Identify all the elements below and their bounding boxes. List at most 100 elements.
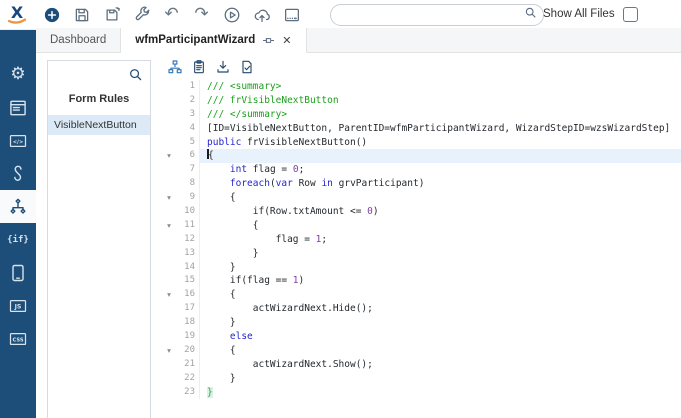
show-all-files-checkbox[interactable] (622, 6, 638, 22)
fold-toggle-icon[interactable]: ▾ (163, 191, 175, 205)
fold-toggle-icon[interactable]: ▾ (163, 219, 175, 233)
sidebar-item-conditions[interactable]: {if} (0, 223, 36, 256)
rule-item[interactable]: VisibleNextButton (48, 115, 150, 135)
fold-gutter (163, 163, 175, 177)
line-number: 10 (175, 205, 200, 219)
fold-gutter (163, 108, 175, 122)
sidebar-item-hooks[interactable] (0, 157, 36, 190)
code-line[interactable]: 22 } (163, 371, 681, 386)
code-area[interactable]: 1 /// <summary> 2 /// frVisibleNextButton 3 /… (163, 80, 681, 400)
fold-gutter (163, 233, 175, 247)
fold-gutter (163, 136, 175, 150)
line-number: 22 (175, 371, 200, 386)
code-line[interactable]: 17 actWizardNext.Hide(); (163, 302, 681, 317)
svg-text:X: X (11, 3, 24, 22)
console-button[interactable] (282, 5, 301, 24)
run-button[interactable] (222, 5, 241, 24)
download-button[interactable] (214, 59, 231, 76)
validate-button[interactable] (238, 59, 255, 76)
fold-gutter (163, 372, 175, 386)
code-line[interactable]: 13 } (163, 246, 681, 261)
sidebar-item-code[interactable]: </> (0, 124, 36, 157)
line-text: foreach(var Row in grvParticipant) (229, 178, 425, 190)
code-line[interactable]: 21 actWizardNext.Show(); (163, 357, 681, 372)
line-text: { (207, 344, 236, 356)
code-line[interactable]: 23} (163, 385, 681, 400)
code-line[interactable]: 19 else (163, 330, 681, 344)
code-line[interactable]: 5 public frVisibleNextButton() (163, 135, 681, 150)
build-button[interactable] (132, 5, 151, 24)
line-number: 15 (175, 274, 200, 289)
tab-wfmParticipantWizard[interactable]: wfmParticipantWizard ✕ (121, 28, 307, 53)
fold-gutter (163, 316, 175, 330)
fold-gutter (163, 94, 175, 108)
sidebar-item-device[interactable] (0, 256, 36, 289)
code-line[interactable]: ▾ 20 { (163, 343, 681, 358)
clipboard-button[interactable] (190, 59, 207, 76)
fold-gutter (163, 358, 175, 372)
fold-toggle-icon[interactable]: ▾ (163, 149, 175, 163)
code-line[interactable]: 7 int flag = 0; (163, 163, 681, 178)
tab-label: Dashboard (50, 34, 107, 46)
search-icon[interactable] (524, 6, 537, 24)
code-line[interactable]: 10 if(Row.txtAmount <= 0) (163, 205, 681, 219)
line-number: 23 (175, 385, 200, 400)
line-text: /// <summary> (207, 81, 282, 92)
line-number: 17 (175, 302, 200, 317)
structure-button[interactable] (166, 59, 183, 76)
line-text: if(Row.txtAmount <= 0) (207, 206, 379, 218)
svg-text:JS: JS (14, 303, 22, 310)
save-history-button[interactable] (102, 5, 121, 24)
code-line[interactable]: 14 } (163, 260, 681, 275)
code-line[interactable]: 3 /// </summary> (163, 107, 681, 122)
close-tab-icon[interactable]: ✕ (282, 34, 291, 47)
sidebar-item-workflow[interactable] (0, 190, 36, 223)
module-sidebar: ⚙ </> {if} JS CSS (0, 30, 36, 418)
code-line[interactable]: ▾ 9 { (163, 191, 681, 206)
undo-button[interactable]: ↶ (162, 5, 181, 24)
fold-toggle-icon[interactable]: ▾ (163, 288, 175, 302)
line-text: if(flag == 1) (207, 275, 305, 287)
tab-Dashboard[interactable]: Dashboard (36, 28, 122, 52)
code-line[interactable]: 1 /// <summary> (163, 80, 681, 94)
sidebar-item-js[interactable]: JS (0, 289, 36, 322)
svg-text:</>: </> (13, 139, 24, 145)
editor-toolbar (166, 57, 681, 77)
publish-button[interactable] (252, 5, 271, 24)
global-search (330, 4, 544, 26)
line-text: int flag = 0; (229, 164, 305, 176)
line-text: } (207, 372, 236, 384)
brand-logo-icon: X (0, 1, 34, 29)
code-line[interactable]: ▾ 11 { (163, 218, 681, 233)
rules-search-icon[interactable] (128, 67, 143, 82)
code-line[interactable]: ▾ 16 { (163, 288, 681, 303)
line-text: public frVisibleNextButton() (207, 136, 368, 148)
redo-button[interactable]: ↷ (192, 5, 211, 24)
sidebar-item-forms[interactable] (0, 91, 36, 124)
save-button[interactable] (72, 5, 91, 24)
code-line[interactable]: 8 foreach(var Row in grvParticipant) (163, 177, 681, 192)
pin-tab-icon[interactable] (262, 34, 275, 47)
sidebar-item-css[interactable]: CSS (0, 322, 36, 355)
code-line[interactable]: ▾ 6{ (163, 149, 681, 164)
code-line[interactable]: 18 } (163, 316, 681, 331)
line-number: 6 (175, 149, 200, 164)
fold-toggle-icon[interactable]: ▾ (163, 344, 175, 358)
line-number: 20 (175, 343, 200, 358)
search-input[interactable] (341, 8, 524, 22)
line-number: 8 (175, 177, 200, 192)
code-line[interactable]: 12 flag = 1; (163, 232, 681, 247)
sidebar-item-settings[interactable]: ⚙ (0, 58, 36, 91)
line-text: else (229, 331, 253, 343)
line-number: 13 (175, 246, 200, 261)
form-rules-panel: Form Rules VisibleNextButton (47, 60, 151, 418)
application-window: X ↶ ↷ Show All Files Dashboard wfmParticip… (0, 0, 681, 418)
line-text: { (207, 219, 259, 231)
line-number: 18 (175, 316, 200, 331)
line-text: [ID=VisibleNextButton, ParentID=wfmParti… (207, 122, 671, 134)
fold-gutter (163, 122, 175, 136)
code-line[interactable]: 2 /// frVisibleNextButton (163, 93, 681, 108)
code-line[interactable]: 4 [ID=VisibleNextButton, ParentID=wfmPart… (163, 121, 681, 136)
code-line[interactable]: 15 if(flag == 1) (163, 274, 681, 289)
add-button[interactable] (42, 5, 61, 24)
